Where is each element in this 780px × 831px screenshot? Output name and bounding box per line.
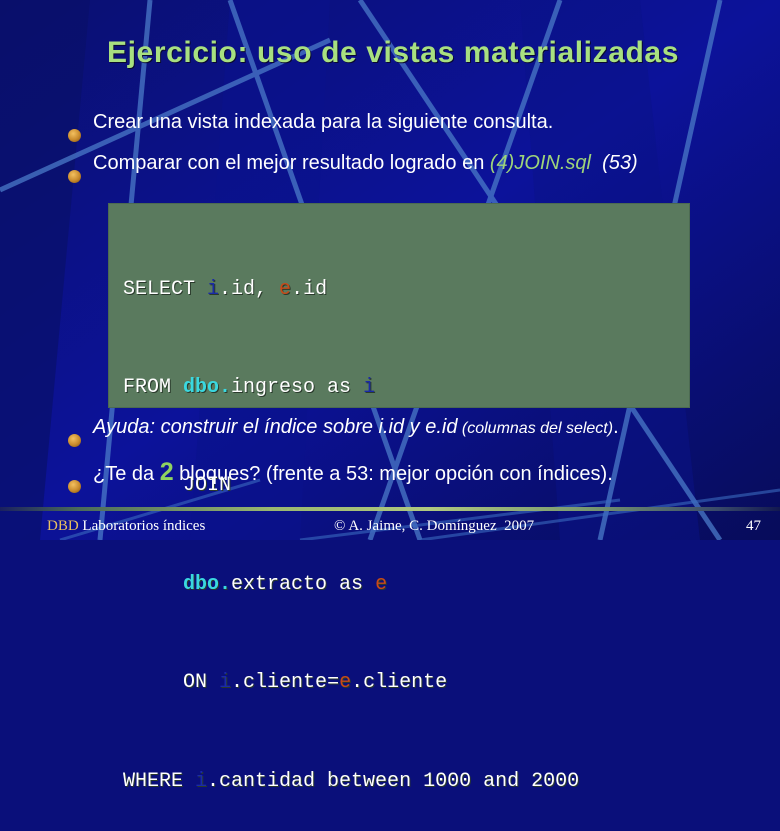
- alias-e: e: [279, 277, 292, 301]
- keyword: WHERE: [123, 769, 196, 793]
- code-line-table: dbo.extracto as e: [123, 569, 579, 602]
- bullet-text-prefix: Comparar con el mejor resultado logrado …: [93, 151, 490, 174]
- alias-i: i: [207, 277, 220, 301]
- footer-left: DBD Laboratorios índices: [47, 518, 205, 535]
- bullet-icon: [68, 480, 81, 493]
- bullet-text: ¿Te da 2 bloques? (frente a 53: mejor op…: [93, 458, 613, 487]
- slide-title: Ejercicio: uso de vistas materializadas: [107, 36, 679, 69]
- question-prefix: ¿Te da: [93, 462, 160, 485]
- alias-i: i: [363, 375, 376, 399]
- footer-section: Laboratorios índices: [82, 518, 206, 534]
- bullet-icon: [68, 434, 81, 447]
- hint-text: Ayuda: construir el índice sobre i.id y …: [93, 415, 458, 438]
- keyword: SELECT: [123, 277, 208, 301]
- code-text: ingreso as: [231, 375, 364, 399]
- keyword: ON: [183, 671, 220, 695]
- footer-divider: [0, 507, 780, 511]
- code-text: .id: [291, 277, 328, 301]
- schema-dbo: dbo.: [183, 572, 232, 596]
- bullet-text: Ayuda: construir el índice sobre i.id y …: [93, 416, 619, 439]
- code-line-from: FROM dbo.ingreso as i: [123, 372, 579, 405]
- bullet-icon: [68, 170, 81, 183]
- page-number: 47: [746, 518, 761, 534]
- code-text: .cantidad between 1000 and 2000: [207, 769, 580, 793]
- footer-authors: © A. Jaime, C. Domínguez 2007: [334, 518, 535, 534]
- code-line-on: ON i.cliente=e.cliente: [123, 667, 579, 700]
- block-count: (53): [591, 151, 638, 174]
- hint-note: (columnas del select): [457, 419, 614, 437]
- alias-i: i: [219, 671, 232, 695]
- keyword: FROM: [123, 375, 184, 399]
- schema-dbo: dbo.: [183, 375, 232, 399]
- code-line-where: WHERE i.cantidad between 1000 and 2000: [123, 766, 579, 799]
- bullet-text: Comparar con el mejor resultado logrado …: [93, 152, 638, 175]
- hint-end: .: [613, 415, 619, 438]
- alias-e: e: [375, 572, 388, 596]
- highlight-number: 2: [159, 457, 174, 486]
- alias-e: e: [339, 671, 352, 695]
- bullet-text: Crear una vista indexada para la siguien…: [93, 110, 554, 133]
- code-line-select: SELECT i.id, e.id: [123, 274, 579, 307]
- code-text: extracto as: [231, 572, 376, 596]
- alias-i: i: [195, 769, 208, 793]
- code-text: .id,: [219, 277, 280, 301]
- bullet-icon: [68, 129, 81, 142]
- code-text: .cliente=: [231, 671, 340, 695]
- code-text: .cliente: [351, 671, 448, 695]
- question-suffix: bloques? (frente a 53: mejor opción con …: [173, 462, 613, 485]
- footer-course: DBD: [47, 518, 79, 534]
- file-reference: (4)JOIN.sql: [489, 151, 591, 174]
